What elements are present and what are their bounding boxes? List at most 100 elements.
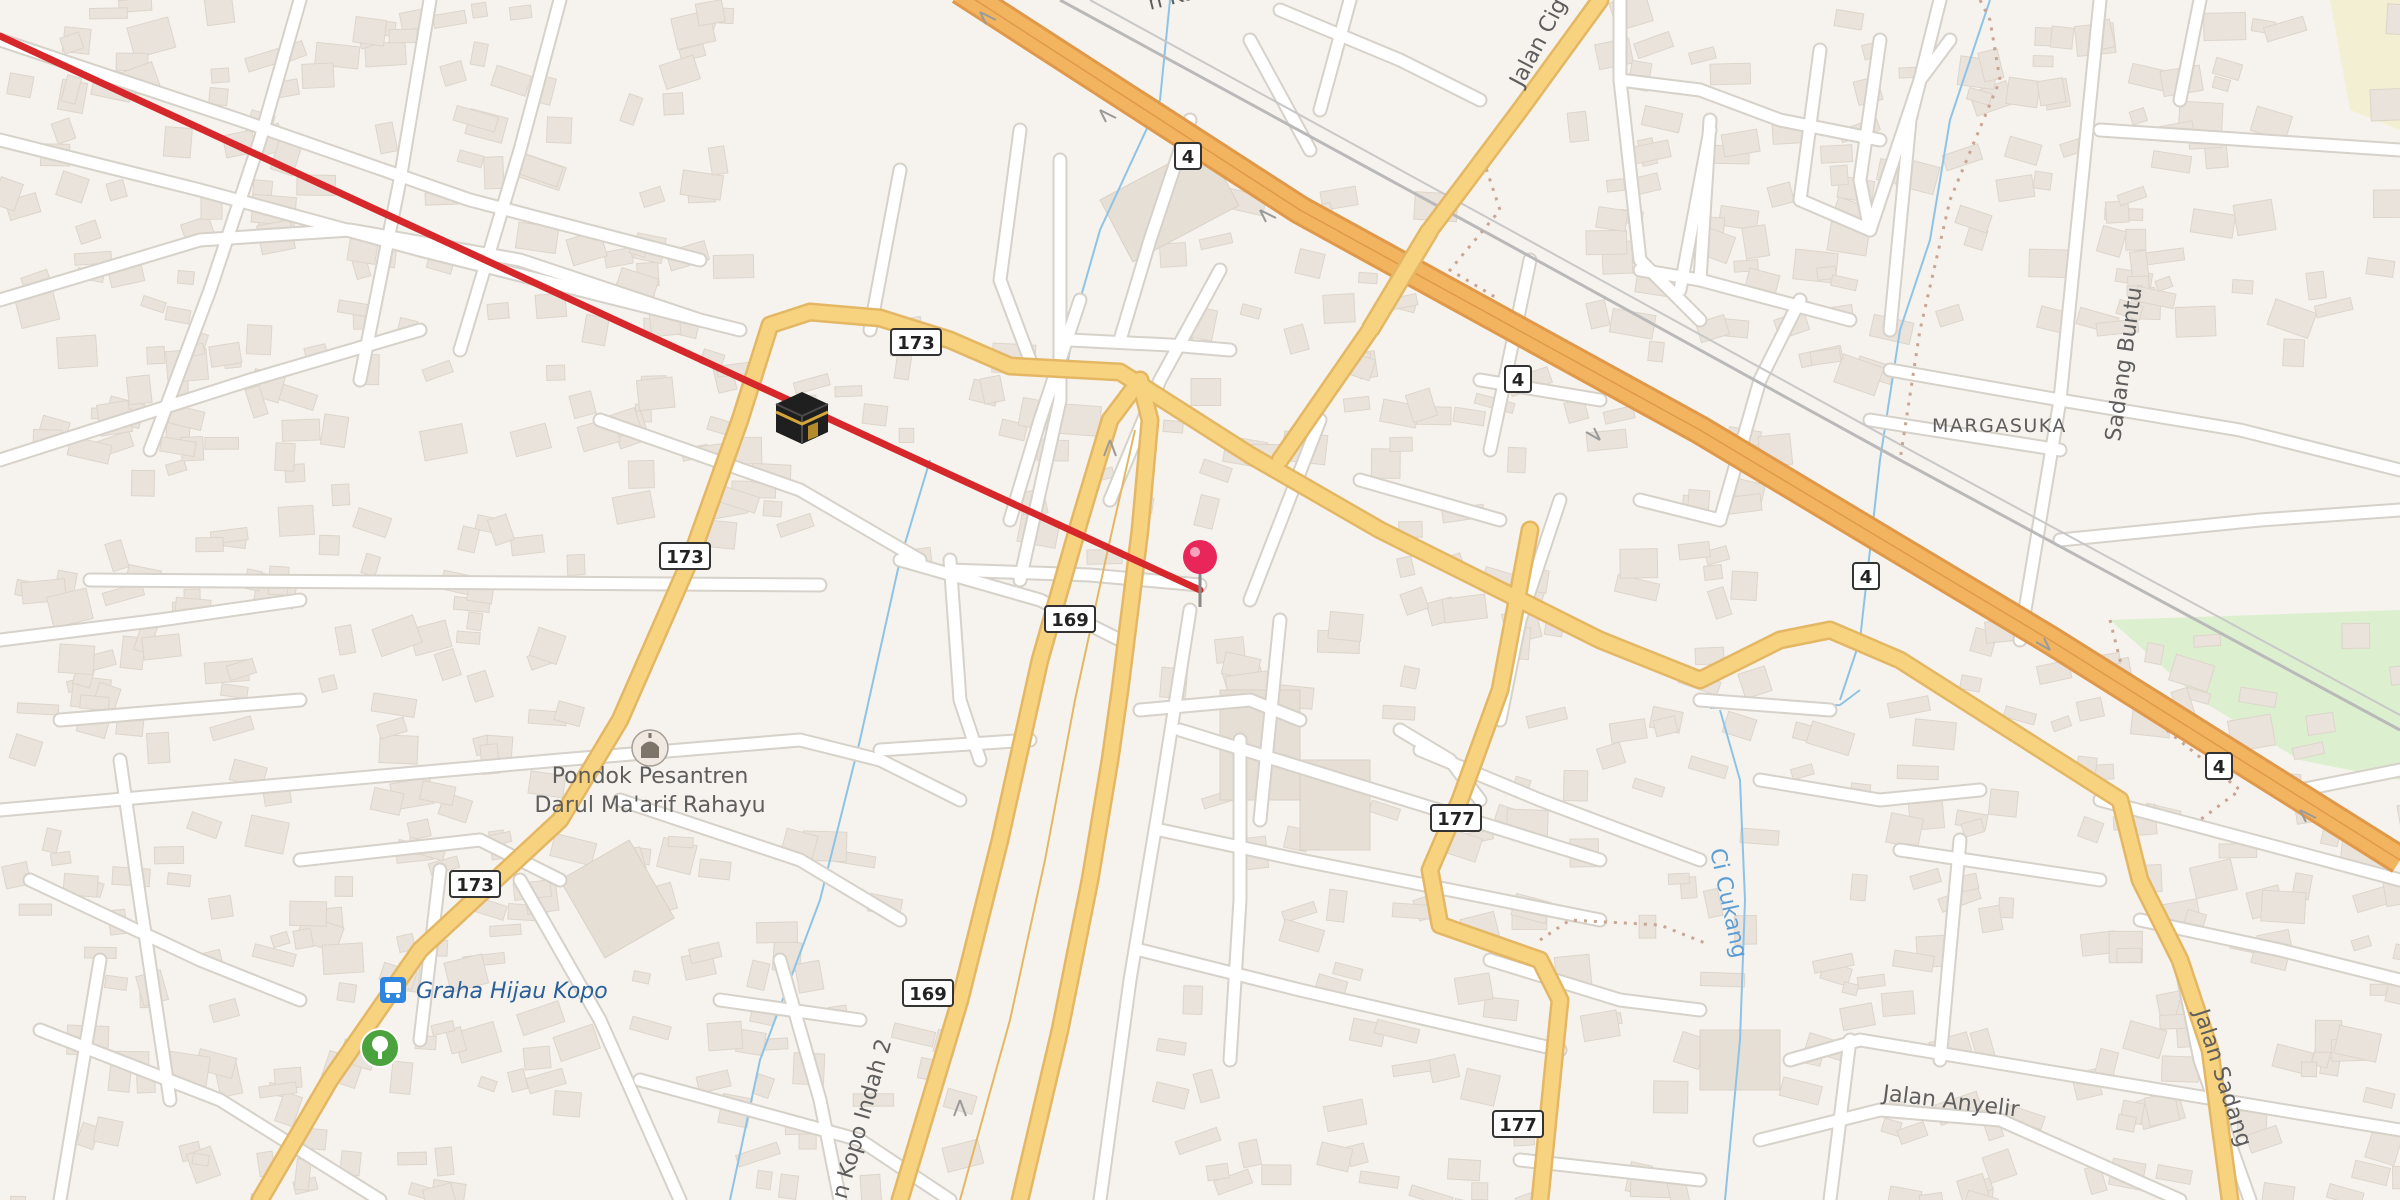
building [522, 1045, 552, 1071]
building [2005, 76, 2041, 109]
building [2369, 87, 2400, 122]
building [319, 413, 350, 449]
building [2049, 25, 2075, 50]
route-shield-4: 4 [1174, 142, 1202, 170]
building [2128, 249, 2150, 280]
building [1739, 827, 1780, 846]
svg-text:173: 173 [456, 875, 494, 896]
building [2365, 257, 2396, 279]
building [667, 835, 694, 849]
building [204, 436, 240, 450]
building [318, 674, 339, 694]
building [2385, 3, 2400, 36]
building [49, 850, 72, 867]
building [1389, 436, 1413, 453]
building [2305, 270, 2328, 301]
building [1459, 1067, 1501, 1107]
svg-text:177: 177 [1437, 809, 1475, 830]
route-shield-4: 4 [1504, 365, 1532, 393]
building [2036, 77, 2067, 107]
building [1446, 1158, 1482, 1182]
building [1652, 1080, 1689, 1114]
building [1294, 247, 1326, 280]
building [545, 364, 566, 382]
building [301, 62, 335, 89]
building [566, 553, 586, 576]
building [2143, 642, 2165, 666]
building [330, 483, 351, 507]
building [1382, 704, 1416, 721]
building [1182, 985, 1204, 1015]
building [57, 643, 96, 676]
building [176, 269, 195, 286]
svg-text:169: 169 [909, 984, 947, 1005]
building [1322, 293, 1356, 324]
building [2192, 633, 2222, 648]
building [79, 694, 111, 712]
building [662, 92, 685, 116]
building [389, 1060, 414, 1095]
building [1987, 788, 2020, 818]
building [834, 385, 863, 398]
svg-text:4: 4 [1182, 147, 1195, 168]
building [470, 1, 489, 19]
building [1978, 904, 2004, 934]
building [336, 982, 358, 1004]
building [1880, 990, 1916, 1018]
building [277, 504, 315, 537]
building [706, 1020, 744, 1052]
building [1566, 110, 1590, 143]
building [777, 1173, 800, 1200]
building [2305, 711, 2336, 736]
pesantren-label-line1: Pondok Pesantren [552, 764, 749, 789]
building [545, 116, 573, 144]
route-shield-4: 4 [2205, 752, 2233, 780]
map-canvas[interactable]: 4 4 4 4 173 173 173 169 169 177 177 Jala… [0, 0, 2400, 1200]
building [321, 942, 365, 975]
building [1190, 377, 1222, 407]
svg-text:4: 4 [2213, 757, 2226, 778]
building [627, 459, 655, 489]
building [1730, 570, 1759, 602]
svg-text:177: 177 [1499, 1115, 1537, 1136]
building [2125, 228, 2147, 251]
route-shield-4: 4 [1852, 562, 1880, 590]
building [191, 1152, 210, 1167]
building [1399, 665, 1421, 690]
building [397, 1151, 427, 1166]
route-shield-169: 169 [1044, 605, 1096, 633]
park-tree-icon[interactable] [360, 1028, 400, 1068]
building [2232, 198, 2277, 237]
building [2391, 1165, 2400, 1190]
building [712, 254, 755, 279]
building [2115, 1113, 2138, 1133]
building [1162, 419, 1184, 434]
building [509, 534, 546, 557]
building [1579, 1009, 1621, 1043]
building [1605, 178, 1626, 193]
building [1912, 718, 1958, 751]
label-margasuka: MARGASUKA [1932, 415, 2067, 437]
building [755, 1169, 773, 1191]
building [508, 4, 533, 21]
building [434, 1146, 455, 1177]
building [455, 630, 481, 645]
building [1849, 873, 1868, 902]
building [2300, 1061, 2318, 1078]
building [318, 534, 341, 556]
building [125, 374, 153, 406]
route-shield-173: 173 [659, 542, 711, 570]
svg-text:4: 4 [1860, 567, 1873, 588]
route-shield-169: 169 [902, 979, 954, 1007]
building [88, 7, 128, 20]
building [281, 418, 321, 442]
building [859, 1173, 883, 1200]
building [552, 1090, 583, 1118]
route-shield-173: 173 [449, 870, 501, 898]
building [1677, 540, 1712, 561]
building [1595, 206, 1629, 233]
building [2032, 170, 2053, 191]
building [130, 469, 156, 497]
building [861, 403, 889, 427]
building [1563, 769, 1589, 802]
